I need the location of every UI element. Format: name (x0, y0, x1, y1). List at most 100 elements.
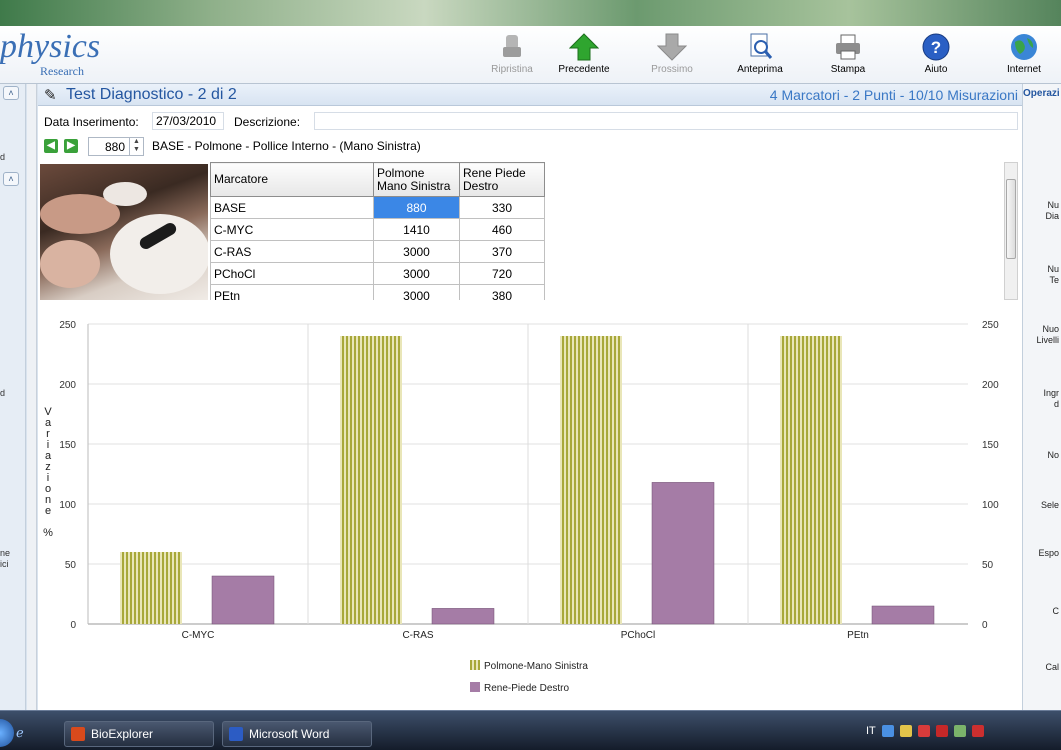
x-tick-label: C-MYC (182, 630, 215, 641)
ie-icon[interactable]: ℯ (16, 725, 24, 741)
column-header-lung-left-hand[interactable]: Polmone Mano Sinistra (373, 162, 460, 197)
volume-icon[interactable] (953, 725, 966, 738)
operation-item[interactable]: Espo (1038, 548, 1059, 559)
operation-item[interactable]: Nu Dia (1045, 200, 1059, 222)
y-tick-label-right: 250 (982, 320, 999, 331)
internet-button[interactable]: Internet (988, 32, 1060, 80)
y-tick-label: 0 (70, 620, 76, 631)
security-icon[interactable] (899, 725, 912, 738)
printer-icon (836, 34, 860, 60)
value-cell[interactable]: 1410 (373, 218, 460, 241)
bar-lung-left-hand (780, 336, 842, 624)
collapse-up-icon[interactable]: ˄ (3, 172, 19, 186)
operations-panel: Operazi Nu Dia Nu Te Nuo Livelli Ingr d No Se… (1022, 84, 1061, 710)
table-row[interactable]: PChoCl 3000 720 (210, 262, 545, 285)
value-cell[interactable]: 380 (459, 284, 545, 300)
system-tray: IT (866, 725, 984, 738)
table-row[interactable]: C-RAS 3000 370 (210, 240, 545, 263)
taskbar-label: Microsoft Word (249, 727, 330, 741)
restore-button[interactable]: Ripristina (476, 32, 548, 80)
operation-item[interactable]: No (1047, 450, 1059, 461)
left-panel-item[interactable]: d (0, 388, 5, 398)
print-button[interactable]: Stampa (812, 32, 884, 80)
marker-table: Marcatore Polmone Mano Sinistra Rene Pie… (210, 162, 545, 300)
left-panel: ˄ d ˄ d ne ici (0, 84, 26, 710)
antivirus-icon[interactable] (917, 725, 930, 738)
taskbar-word[interactable]: Microsoft Word (222, 721, 372, 747)
print-label: Stampa (830, 64, 866, 75)
y-tick-label: 150 (59, 440, 76, 451)
language-indicator[interactable]: IT (866, 725, 876, 737)
value-cell[interactable]: 3000 (373, 240, 460, 263)
legend-label: Polmone-Mano Sinistra (484, 661, 588, 672)
left-panel-item[interactable]: d (0, 152, 5, 162)
operation-item[interactable]: Sele (1041, 500, 1059, 511)
network-icon[interactable] (881, 725, 894, 738)
scrollbar-thumb[interactable] (1006, 179, 1016, 259)
marker-name-cell[interactable]: C-RAS (210, 240, 374, 263)
preview-label: Anteprima (737, 64, 783, 75)
operation-item[interactable]: C (1053, 606, 1060, 617)
update-icon[interactable] (971, 725, 984, 738)
bar-kidney-right-foot (651, 482, 715, 625)
previous-label: Precedente (558, 64, 610, 75)
x-tick-label: PEtn (847, 630, 869, 641)
value-cell[interactable]: 3000 (373, 284, 460, 300)
operation-item[interactable]: Ingr d (1043, 388, 1059, 410)
value-cell[interactable]: 880 (373, 196, 460, 219)
table-row[interactable]: BASE 880 330 (210, 196, 545, 219)
operation-item[interactable]: Cal (1045, 662, 1059, 673)
table-scrollbar[interactable] (1004, 162, 1018, 300)
internet-label: Internet (1007, 64, 1041, 75)
taskbar-label: BioExplorer (91, 727, 154, 741)
marker-name-cell[interactable]: C-MYC (210, 218, 374, 241)
restore-icon (503, 35, 521, 57)
taskbar-bioexplorer[interactable]: BioExplorer (64, 721, 214, 747)
collapse-up-icon[interactable]: ˄ (3, 86, 19, 100)
left-scrollbar[interactable] (27, 84, 37, 710)
table-row[interactable]: C-MYC 1410 460 (210, 218, 545, 241)
help-icon: ? (922, 33, 950, 61)
value-cell[interactable]: 720 (459, 262, 545, 285)
app-logo: physics Research (0, 28, 101, 79)
logo-main-text: physics (0, 28, 101, 65)
preview-button[interactable]: Anteprima (724, 32, 796, 80)
operation-item[interactable]: Nu Te (1047, 264, 1059, 286)
bar-lung-left-hand (340, 336, 402, 624)
alert-icon[interactable] (935, 725, 948, 738)
y-tick-label: 50 (65, 560, 77, 571)
preview-icon (750, 33, 773, 59)
table-row[interactable]: PEtn 3000 380 (210, 284, 545, 300)
operations-header: Operazi (1023, 88, 1060, 99)
y-tick-label-right: 150 (982, 440, 999, 451)
bioexplorer-icon (71, 727, 85, 741)
start-button[interactable] (0, 719, 14, 747)
value-cell[interactable]: 460 (459, 218, 545, 241)
column-header-marker[interactable]: Marcatore (210, 162, 374, 197)
y-tick-label-right: 50 (982, 560, 994, 571)
arrow-up-icon (569, 33, 599, 61)
x-tick-label: C-RAS (402, 630, 433, 641)
measurement-photo (40, 164, 208, 300)
previous-button[interactable]: Precedente (548, 32, 620, 80)
value-cell[interactable]: 370 (459, 240, 545, 263)
word-icon (229, 727, 243, 741)
y-tick-label-right: 100 (982, 500, 999, 511)
value-cell[interactable]: 330 (459, 196, 545, 219)
legend-swatch (470, 660, 480, 670)
marker-name-cell[interactable]: BASE (210, 196, 374, 219)
operation-item[interactable]: Nuo Livelli (1036, 324, 1059, 346)
left-panel-item[interactable]: ne ici (0, 548, 10, 570)
next-label: Prossimo (651, 64, 693, 75)
y-tick-label-right: 200 (982, 380, 999, 391)
column-header-kidney-right-foot[interactable]: Rene Piede Destro (459, 162, 545, 197)
marker-name-cell[interactable]: PChoCl (210, 262, 374, 285)
restore-label: Ripristina (491, 64, 533, 75)
help-button[interactable]: ? Aiuto (900, 32, 972, 80)
taskbar: ℯ BioExplorer Microsoft Word IT (0, 710, 1061, 750)
next-button[interactable]: Prossimo (636, 32, 708, 80)
y-tick-label: 100 (59, 500, 76, 511)
value-cell[interactable]: 3000 (373, 262, 460, 285)
y-axis-label: Variazione % (42, 406, 54, 538)
marker-name-cell[interactable]: PEtn (210, 284, 374, 300)
